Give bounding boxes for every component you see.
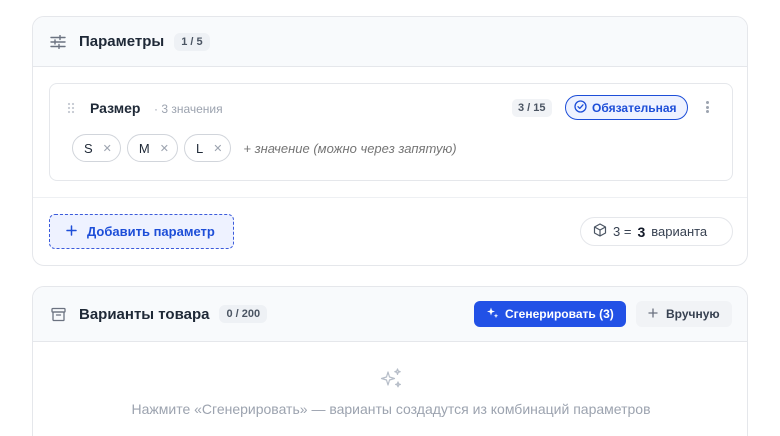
close-icon[interactable]: ✕ <box>103 142 112 155</box>
parameter-item-size: Размер · 3 значения 3 / 15 Обязательная … <box>49 83 733 181</box>
sliders-icon <box>49 33 67 51</box>
value-chip-label: M <box>138 140 150 156</box>
variant-formula: 3 = 3 варианта <box>580 217 733 246</box>
parameter-values: S ✕ M ✕ L ✕ <box>72 134 504 162</box>
value-chip: M ✕ <box>126 134 178 162</box>
parameters-header: Параметры 1 / 5 <box>33 17 747 67</box>
plus-icon <box>648 307 658 321</box>
formula-suffix: варианта <box>651 224 708 239</box>
value-chip: S ✕ <box>72 134 121 162</box>
sparkles-icon <box>380 367 404 391</box>
value-chip-label: L <box>195 140 204 156</box>
check-circle-icon <box>574 99 587 116</box>
formula-expression: 3 = <box>613 224 632 239</box>
close-icon[interactable]: ✕ <box>213 142 222 155</box>
add-value-input[interactable] <box>243 140 504 156</box>
divider <box>33 197 747 198</box>
formula-result: 3 <box>637 223 646 240</box>
value-chip-label: S <box>84 140 93 156</box>
add-parameter-button[interactable]: Добавить параметр <box>49 214 234 249</box>
manual-add-button[interactable]: Вручную <box>636 301 732 327</box>
variants-title: Варианты товара <box>79 305 210 323</box>
variants-count-badge: 0 / 200 <box>219 305 268 323</box>
generate-button[interactable]: Сгенерировать (3) <box>474 301 626 327</box>
add-parameter-label: Добавить параметр <box>87 224 215 239</box>
parameters-card: Параметры 1 / 5 Размер · 3 значения 3 / … <box>32 16 748 266</box>
required-label: Обязательная <box>592 100 677 115</box>
drag-handle-icon[interactable] <box>67 101 75 114</box>
parameters-count-badge: 1 / 5 <box>174 32 210 51</box>
parameter-name: Размер <box>90 100 141 116</box>
kebab-icon[interactable] <box>702 99 712 115</box>
parameter-values-count: 3 / 15 <box>512 99 552 117</box>
empty-state-text: Нажмите «Сгенерировать» — варианты созда… <box>131 401 651 417</box>
archive-icon <box>49 305 67 323</box>
manual-label: Вручную <box>666 307 720 321</box>
sparkles-icon <box>486 306 499 322</box>
variants-card: Варианты товара 0 / 200 Сгенерировать (3… <box>32 286 748 436</box>
plus-icon <box>66 224 77 239</box>
variants-header: Варианты товара 0 / 200 Сгенерировать (3… <box>33 287 747 342</box>
parameter-meta: · 3 значения <box>154 102 223 116</box>
required-toggle-button[interactable]: Обязательная <box>565 95 688 120</box>
parameters-title: Параметры <box>79 33 165 50</box>
close-icon[interactable]: ✕ <box>160 142 169 155</box>
value-chip: L ✕ <box>183 134 232 162</box>
cube-icon <box>593 223 607 240</box>
generate-label: Сгенерировать (3) <box>505 307 614 321</box>
